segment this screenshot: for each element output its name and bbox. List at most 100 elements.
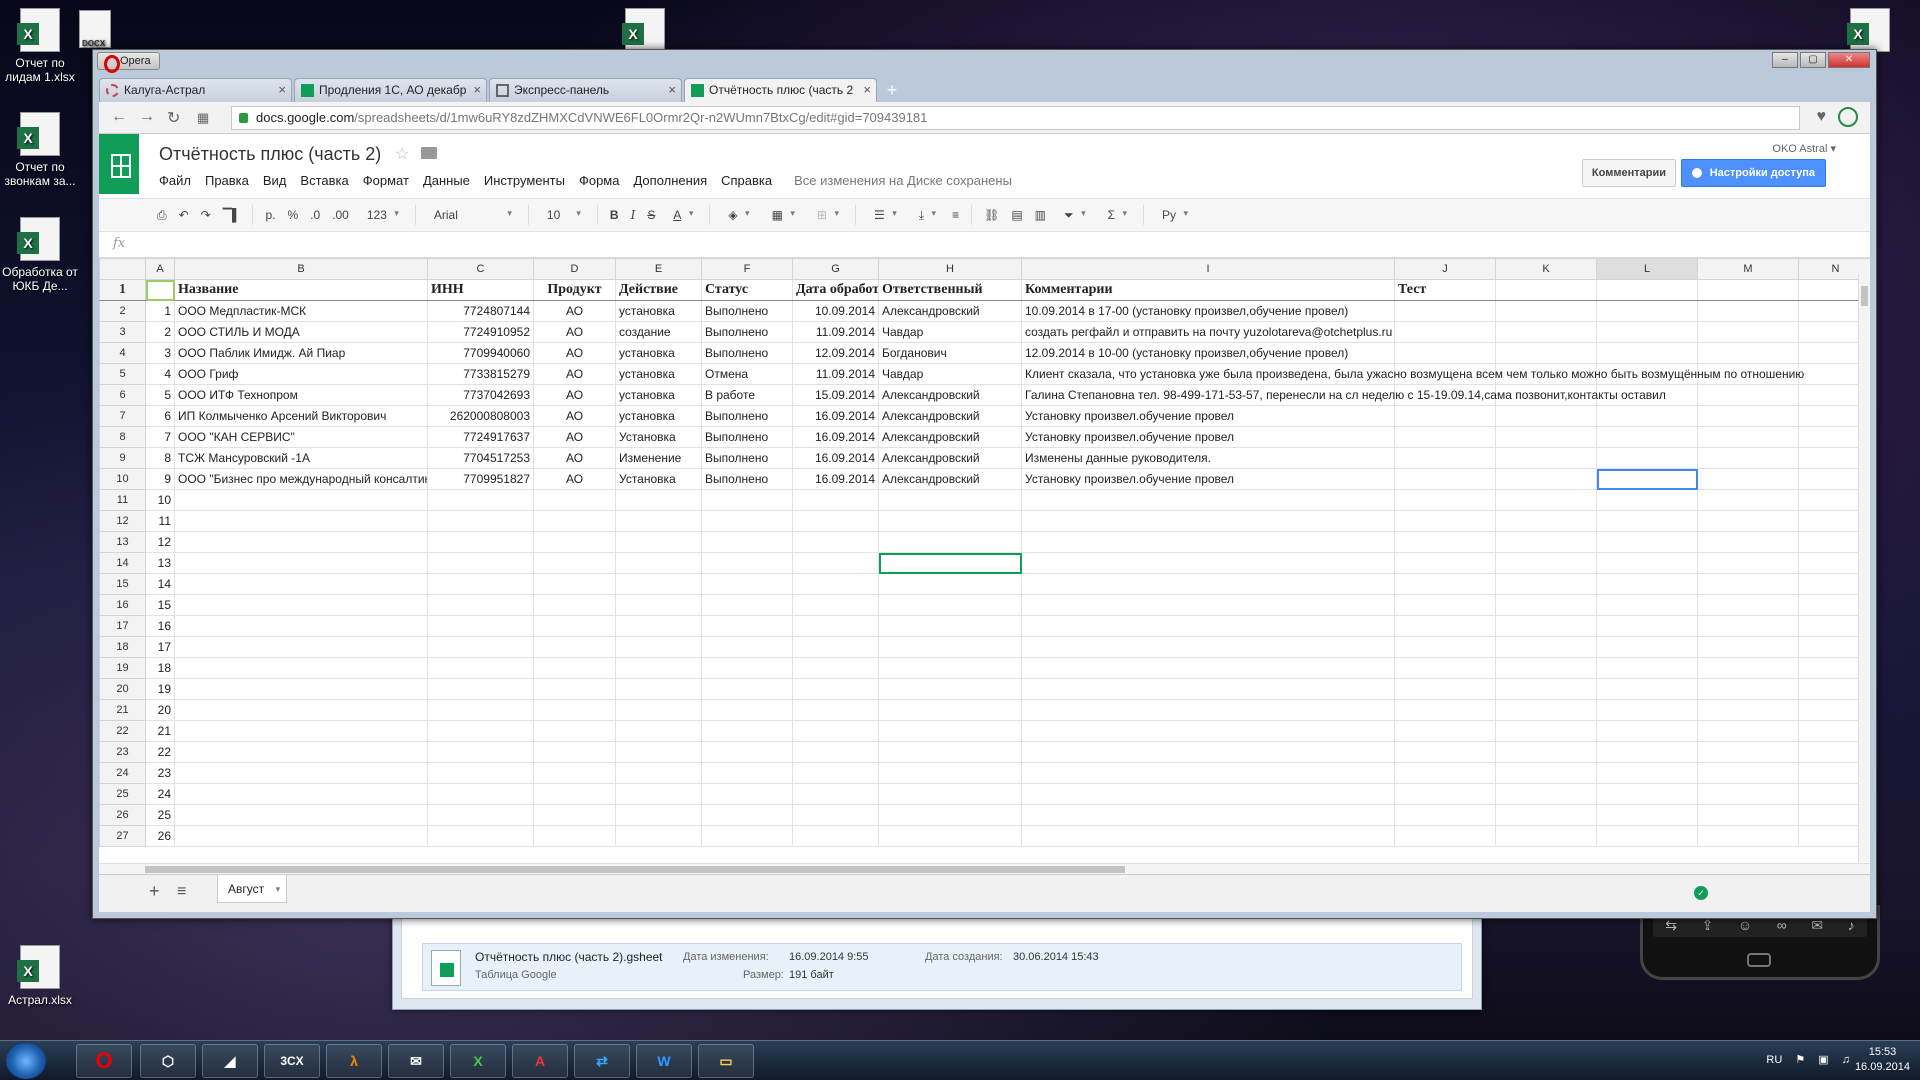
teamviewer-taskbar-icon[interactable]: ⇄	[574, 1044, 630, 1078]
row-number[interactable]: 27	[99, 825, 146, 847]
cell[interactable]: 12.09.2014 в 10-00 (установку произвел,о…	[1021, 342, 1395, 364]
cell[interactable]	[1697, 447, 1799, 469]
mute-icon[interactable]: ♪	[1848, 917, 1855, 933]
cell[interactable]	[1495, 657, 1597, 679]
cell[interactable]	[174, 678, 428, 700]
cell[interactable]	[1021, 552, 1395, 574]
cell[interactable]	[533, 741, 616, 763]
network-icon[interactable]: ▣	[1818, 1054, 1828, 1066]
cell[interactable]: Выполнено	[701, 468, 793, 490]
cell[interactable]	[1021, 699, 1395, 721]
cell[interactable]	[878, 741, 1022, 763]
cell[interactable]: 10	[145, 489, 175, 511]
cell[interactable]	[174, 741, 428, 763]
cell[interactable]: установка	[615, 363, 702, 385]
redo-icon[interactable]: ↷	[201, 208, 211, 222]
cell[interactable]: 1	[145, 300, 175, 322]
cell[interactable]: 7733815279	[427, 363, 534, 385]
cell[interactable]: 7724910952	[427, 321, 534, 343]
menu-help[interactable]: Справка	[721, 173, 772, 188]
cell[interactable]: Выполнено	[701, 447, 793, 469]
cell[interactable]	[878, 678, 1022, 700]
cell[interactable]	[1697, 720, 1799, 742]
increase-decimals-button[interactable]: .00	[332, 208, 349, 222]
cell[interactable]	[1021, 783, 1395, 805]
start-button[interactable]	[6, 1043, 46, 1079]
menu-tools[interactable]: Инструменты	[484, 173, 565, 188]
cell[interactable]	[1495, 699, 1597, 721]
cell[interactable]: Установку произвел.обучение провел	[1021, 468, 1395, 490]
sheets-logo-icon[interactable]	[99, 134, 139, 194]
cell[interactable]	[1394, 804, 1496, 826]
cell[interactable]	[1495, 762, 1597, 784]
menu-view[interactable]: Вид	[263, 173, 287, 188]
cell[interactable]: установка	[615, 300, 702, 322]
cell[interactable]	[1495, 342, 1597, 364]
cell[interactable]	[533, 678, 616, 700]
column-header[interactable]: I	[1021, 258, 1395, 280]
cell[interactable]	[1021, 489, 1395, 511]
cell[interactable]: Дата обработки	[792, 279, 879, 301]
cell[interactable]	[701, 762, 793, 784]
cell[interactable]	[174, 531, 428, 553]
cell[interactable]	[792, 510, 879, 532]
menu-data[interactable]: Данные	[423, 173, 470, 188]
menu-edit[interactable]: Правка	[205, 173, 249, 188]
share-icon[interactable]: ⇪	[1702, 917, 1714, 934]
cell[interactable]	[1596, 720, 1698, 742]
cell[interactable]	[615, 741, 702, 763]
cell[interactable]	[1697, 636, 1799, 658]
undo-icon[interactable]: ↶	[179, 208, 189, 222]
cell[interactable]	[427, 699, 534, 721]
cell[interactable]: Выполнено	[701, 321, 793, 343]
cell[interactable]	[792, 636, 879, 658]
cell[interactable]: ООО СТИЛЬ И МОДА	[174, 321, 428, 343]
cell[interactable]	[1021, 573, 1395, 595]
contact-icon[interactable]: ☺	[1738, 917, 1752, 933]
cell[interactable]: ООО "Бизнес про международный консалтинг…	[174, 468, 428, 490]
cell[interactable]	[174, 615, 428, 637]
number-format-dropdown[interactable]: 123	[361, 206, 403, 224]
volume-icon[interactable]: ♫	[1842, 1054, 1850, 1066]
cell[interactable]	[1394, 699, 1496, 721]
cell[interactable]	[1495, 321, 1597, 343]
cell[interactable]: Александровский	[878, 405, 1022, 427]
cell[interactable]	[792, 741, 879, 763]
cell[interactable]	[878, 783, 1022, 805]
italic-icon[interactable]: I	[631, 208, 636, 222]
cell[interactable]	[1021, 678, 1395, 700]
cell[interactable]: Александровский	[878, 426, 1022, 448]
cell[interactable]: АО	[533, 321, 616, 343]
cell[interactable]	[427, 615, 534, 637]
cell[interactable]	[878, 699, 1022, 721]
cell[interactable]	[533, 615, 616, 637]
cell[interactable]	[792, 489, 879, 511]
tab-kaluga-astral[interactable]: Калуга-Астрал ×	[99, 78, 292, 102]
cell[interactable]	[1697, 321, 1799, 343]
cell[interactable]	[615, 699, 702, 721]
cell[interactable]	[878, 573, 1022, 595]
cell[interactable]	[174, 636, 428, 658]
functions-icon[interactable]: Σ	[1102, 206, 1131, 224]
cell[interactable]	[792, 783, 879, 805]
cell[interactable]	[878, 510, 1022, 532]
cell[interactable]	[174, 510, 428, 532]
cell[interactable]	[615, 783, 702, 805]
row-number[interactable]: 20	[99, 678, 146, 700]
cell[interactable]	[792, 678, 879, 700]
cell[interactable]	[1394, 342, 1496, 364]
horizontal-scrollbar[interactable]	[99, 863, 1870, 874]
cell[interactable]: 25	[145, 804, 175, 826]
desktop-icon-docx[interactable]	[75, 10, 115, 52]
row-number[interactable]: 23	[99, 741, 146, 763]
row-number[interactable]: 24	[99, 762, 146, 784]
cell[interactable]	[1394, 636, 1496, 658]
desktop-icon-astral[interactable]: Астрал.xlsx	[0, 945, 80, 1007]
cell[interactable]	[701, 615, 793, 637]
sheet-tab-august[interactable]: Август	[217, 875, 288, 903]
cell[interactable]: Комментарии	[1021, 279, 1395, 301]
column-header[interactable]: H	[878, 258, 1022, 280]
cell[interactable]: Выполнено	[701, 342, 793, 364]
wrap-text-icon[interactable]: ≡	[952, 208, 959, 222]
merge-cells-icon[interactable]: ⊞	[811, 206, 843, 224]
